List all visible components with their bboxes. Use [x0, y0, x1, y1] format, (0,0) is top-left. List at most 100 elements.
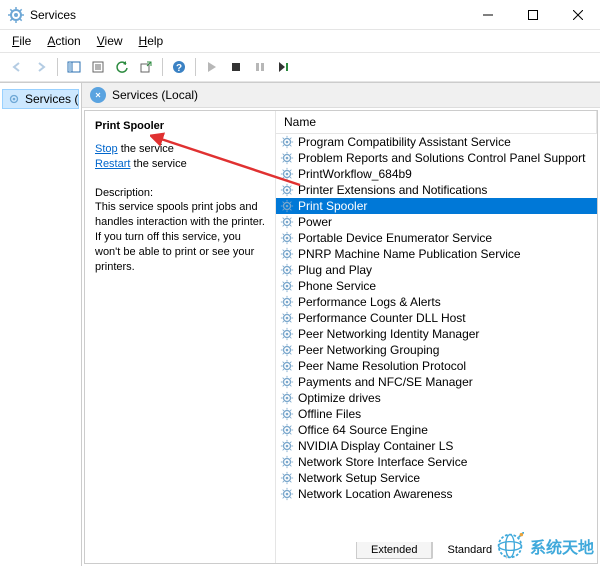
- service-row[interactable]: Program Compatibility Assistant Service: [276, 134, 597, 150]
- toolbar-separator: [195, 58, 196, 76]
- restart-suffix: the service: [130, 158, 186, 170]
- service-gear-icon: [280, 151, 294, 165]
- service-row[interactable]: NVIDIA Display Container LS: [276, 438, 597, 454]
- service-row[interactable]: Plug and Play: [276, 262, 597, 278]
- service-name: Payments and NFC/SE Manager: [298, 375, 473, 389]
- pane-header-icon: [90, 87, 106, 103]
- selected-service-name: Print Spooler: [95, 119, 265, 134]
- list-column: Name Program Compatibility Assistant Ser…: [275, 111, 597, 563]
- service-row[interactable]: Print Spooler: [276, 198, 597, 214]
- description-label: Description:: [95, 186, 265, 201]
- stop-suffix: the service: [118, 143, 174, 155]
- menu-help[interactable]: Help: [133, 32, 170, 50]
- detail-column: Print Spooler Stop the service Restart t…: [85, 111, 275, 563]
- service-gear-icon: [280, 375, 294, 389]
- service-name: Network Store Interface Service: [298, 455, 467, 469]
- titlebar: Services: [0, 0, 600, 30]
- service-gear-icon: [280, 343, 294, 357]
- service-row[interactable]: PNRP Machine Name Publication Service: [276, 246, 597, 262]
- maximize-button[interactable]: [510, 0, 555, 30]
- service-name: Optimize drives: [298, 391, 381, 405]
- properties-button[interactable]: [87, 56, 109, 78]
- pane-header-title: Services (Local): [112, 88, 198, 102]
- service-name: Network Location Awareness: [298, 487, 453, 501]
- export-list-button[interactable]: [135, 56, 157, 78]
- service-name: Plug and Play: [298, 263, 372, 277]
- stop-service-link[interactable]: Stop: [95, 143, 118, 155]
- service-gear-icon: [280, 279, 294, 293]
- service-name: NVIDIA Display Container LS: [298, 439, 453, 453]
- tree-item-services[interactable]: Services (Loca: [2, 89, 79, 109]
- tab-standard[interactable]: Standard: [432, 542, 507, 559]
- service-row[interactable]: Performance Counter DLL Host: [276, 310, 597, 326]
- pause-service-button: [249, 56, 271, 78]
- tree-item-label: Services (Loca: [25, 92, 79, 106]
- service-name: Program Compatibility Assistant Service: [298, 135, 511, 149]
- service-row[interactable]: Office 64 Source Engine: [276, 422, 597, 438]
- service-row[interactable]: Power: [276, 214, 597, 230]
- show-hide-tree-button[interactable]: [63, 56, 85, 78]
- service-gear-icon: [280, 359, 294, 373]
- toolbar: ?: [0, 52, 600, 82]
- service-row[interactable]: Problem Reports and Solutions Control Pa…: [276, 150, 597, 166]
- service-row[interactable]: Network Setup Service: [276, 470, 597, 486]
- toolbar-separator: [57, 58, 58, 76]
- service-row[interactable]: Network Store Interface Service: [276, 454, 597, 470]
- service-name: PrintWorkflow_684b9: [298, 167, 412, 181]
- content-area: Print Spooler Stop the service Restart t…: [84, 110, 598, 564]
- right-pane: Services (Local) Print Spooler Stop the …: [82, 83, 600, 566]
- stop-service-button[interactable]: [225, 56, 247, 78]
- service-gear-icon: [280, 167, 294, 181]
- menu-file[interactable]: File: [6, 32, 37, 50]
- service-name: Performance Logs & Alerts: [298, 295, 441, 309]
- column-header-name[interactable]: Name: [276, 111, 597, 133]
- service-row[interactable]: PrintWorkflow_684b9: [276, 166, 597, 182]
- service-row[interactable]: Phone Service: [276, 278, 597, 294]
- service-name: Offline Files: [298, 407, 361, 421]
- service-gear-icon: [280, 439, 294, 453]
- service-gear-icon: [280, 423, 294, 437]
- service-row[interactable]: Printer Extensions and Notifications: [276, 182, 597, 198]
- service-actions: Stop the service Restart the service: [95, 142, 265, 172]
- forward-button: [30, 56, 52, 78]
- service-row[interactable]: Performance Logs & Alerts: [276, 294, 597, 310]
- service-row[interactable]: Payments and NFC/SE Manager: [276, 374, 597, 390]
- service-row[interactable]: Peer Networking Grouping: [276, 342, 597, 358]
- service-row[interactable]: Offline Files: [276, 406, 597, 422]
- services-tree-icon: [7, 92, 21, 106]
- window-title: Services: [30, 8, 465, 22]
- service-gear-icon: [280, 215, 294, 229]
- service-gear-icon: [280, 407, 294, 421]
- service-name: Printer Extensions and Notifications: [298, 183, 487, 197]
- menu-view[interactable]: View: [91, 32, 129, 50]
- toolbar-separator: [162, 58, 163, 76]
- service-gear-icon: [280, 391, 294, 405]
- menubar: File Action View Help: [0, 30, 600, 52]
- help-button[interactable]: ?: [168, 56, 190, 78]
- back-button: [6, 56, 28, 78]
- service-row[interactable]: Network Location Awareness: [276, 486, 597, 502]
- restart-service-button[interactable]: [273, 56, 295, 78]
- service-row[interactable]: Optimize drives: [276, 390, 597, 406]
- tab-extended[interactable]: Extended: [356, 542, 432, 559]
- service-gear-icon: [280, 311, 294, 325]
- service-name: Peer Name Resolution Protocol: [298, 359, 466, 373]
- refresh-button[interactable]: [111, 56, 133, 78]
- service-name: Peer Networking Identity Manager: [298, 327, 479, 341]
- restart-service-link[interactable]: Restart: [95, 158, 130, 170]
- service-gear-icon: [280, 263, 294, 277]
- service-row[interactable]: Portable Device Enumerator Service: [276, 230, 597, 246]
- service-row[interactable]: Peer Name Resolution Protocol: [276, 358, 597, 374]
- service-name: Power: [298, 215, 332, 229]
- service-name: Performance Counter DLL Host: [298, 311, 466, 325]
- minimize-button[interactable]: [465, 0, 510, 30]
- close-button[interactable]: [555, 0, 600, 30]
- service-row[interactable]: Peer Networking Identity Manager: [276, 326, 597, 342]
- menu-action[interactable]: Action: [41, 32, 86, 50]
- view-tabs: Extended Standard: [276, 542, 597, 563]
- service-gear-icon: [280, 247, 294, 261]
- services-list[interactable]: Program Compatibility Assistant ServiceP…: [276, 134, 597, 542]
- start-service-button: [201, 56, 223, 78]
- service-gear-icon: [280, 487, 294, 501]
- service-gear-icon: [280, 295, 294, 309]
